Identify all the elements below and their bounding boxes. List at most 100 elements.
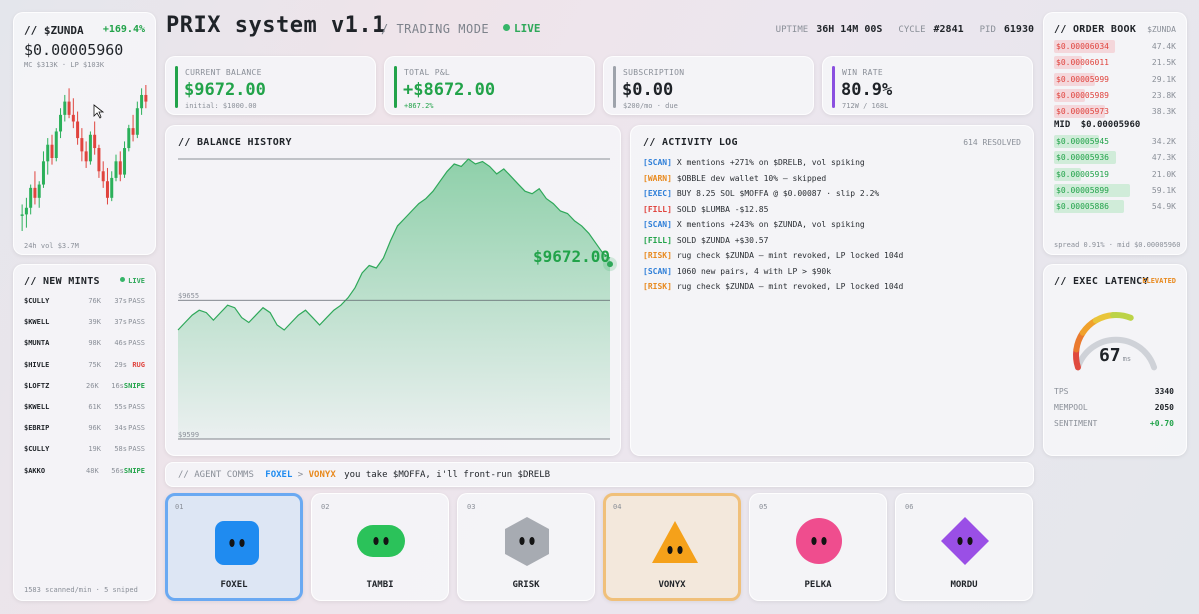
sentiment-label: SENTIMENT bbox=[1054, 419, 1098, 428]
log-line: [FILL] SOLD $LUMBA -$12.85 bbox=[643, 205, 768, 214]
mint-row[interactable]: $AKKO 48K 56s SNIPE bbox=[24, 467, 145, 479]
bid-row[interactable]: $0.00005899 59.1K bbox=[1054, 183, 1176, 197]
balance-area bbox=[178, 159, 610, 439]
bid-row[interactable]: $0.00005936 47.3K bbox=[1054, 151, 1176, 165]
agent-card-pelka[interactable]: 05 PELKA bbox=[749, 493, 887, 601]
pid-label: PID bbox=[979, 25, 996, 35]
log-line: [FILL] SOLD $ZUNDA +$30.57 bbox=[643, 236, 768, 245]
candle-body bbox=[101, 171, 105, 182]
card-accent-bar bbox=[832, 66, 835, 108]
bid-row[interactable]: $0.00005886 54.9K bbox=[1054, 200, 1176, 214]
card-accent-bar bbox=[394, 66, 397, 108]
agent-card-mordu[interactable]: 06 MORDU bbox=[895, 493, 1033, 601]
balance-chart[interactable]: $9655 $9599 $9672.00 bbox=[166, 126, 622, 457]
ask-row[interactable]: $0.00005973 38.3K bbox=[1054, 105, 1176, 119]
mints-live-indicator: LIVE bbox=[120, 277, 145, 285]
mint-row[interactable]: $EBRIP 96K 34s PASS bbox=[24, 424, 145, 436]
eye-icon bbox=[529, 537, 535, 545]
mint-mcap: 75K bbox=[88, 360, 101, 369]
log-text: rug check $ZUNDA — mint revoked, LP lock… bbox=[676, 282, 904, 291]
mint-row[interactable]: $CULLY 76K 37s PASS bbox=[24, 297, 145, 309]
mint-row[interactable]: $CULLY 19K 58s PASS bbox=[24, 445, 145, 457]
latency-title: // EXEC LATENCY bbox=[1054, 276, 1149, 287]
agent-card-tambi[interactable]: 02 TAMBI bbox=[311, 493, 449, 601]
card-subtext: $200/mo · due bbox=[623, 102, 678, 110]
ask-row[interactable]: $0.00006011 21.5K bbox=[1054, 56, 1176, 70]
order-price: $0.00005945 bbox=[1056, 137, 1109, 146]
comms-to: VONYX bbox=[308, 470, 336, 480]
eye-icon bbox=[229, 539, 235, 547]
card-label: WIN RATE bbox=[842, 68, 883, 77]
orderbook-footer: spread 0.91% · mid $0.00005960 bbox=[1054, 241, 1181, 249]
candle-body bbox=[29, 187, 33, 208]
bid-row[interactable]: $0.00005919 21.0K bbox=[1054, 167, 1176, 181]
agent-card-foxel[interactable]: 01 FOXEL bbox=[165, 493, 303, 601]
mint-status: PASS bbox=[128, 424, 145, 433]
candle-body bbox=[110, 177, 114, 198]
log-line: [SCAN] 1060 new pairs, 4 with LP > $90k bbox=[643, 267, 831, 276]
live-label: LIVE bbox=[514, 22, 541, 35]
latency-unit: ms bbox=[1122, 355, 1132, 363]
stat-card: SUBSCRIPTION $0.00 $200/mo · due bbox=[603, 56, 814, 115]
candle-body bbox=[54, 131, 58, 158]
order-size: 54.9K bbox=[1151, 202, 1176, 212]
candlestick-chart[interactable] bbox=[20, 83, 150, 238]
reference-label: $9655 bbox=[178, 292, 199, 300]
candle-body bbox=[46, 144, 50, 162]
comms-arrow: > bbox=[297, 470, 304, 480]
mints-title: // NEW MINTS bbox=[24, 276, 100, 287]
ask-row[interactable]: $0.00005999 29.1K bbox=[1054, 72, 1176, 86]
log-line: [SCAN] X mentions +271% on $DRELB, vol sp… bbox=[643, 158, 865, 167]
ask-row[interactable]: $0.00006034 47.4K bbox=[1054, 40, 1176, 53]
mint-row[interactable]: $KWELL 61K 55s PASS bbox=[24, 403, 145, 415]
bid-row[interactable]: $0.00005945 34.2K bbox=[1054, 135, 1176, 148]
mint-status: SNIPE bbox=[123, 381, 145, 390]
order-price: $0.00005899 bbox=[1056, 185, 1109, 195]
mint-row[interactable]: $KWELL 39K 37s PASS bbox=[24, 318, 145, 330]
order-price: $0.00005973 bbox=[1056, 107, 1109, 117]
comms-label: // AGENT COMMS bbox=[178, 470, 254, 480]
card-value: 80.9% bbox=[841, 80, 893, 100]
log-tag: [RISK] bbox=[643, 251, 672, 260]
log-tag: [RISK] bbox=[643, 282, 672, 291]
log-line: [WARN] $OBBLE dev wallet 10% — skipped bbox=[643, 174, 826, 183]
mint-symbol: $KWELL bbox=[24, 403, 50, 411]
mid-label: MID bbox=[1054, 120, 1071, 130]
agent-card-grisk[interactable]: 03 GRISK bbox=[457, 493, 595, 601]
mempool-row: MEMPOOL 2050 bbox=[1054, 403, 1174, 412]
candle-body bbox=[67, 101, 71, 115]
mempool-value: 2050 bbox=[1154, 403, 1174, 412]
balance-history-panel: // BALANCE HISTORY $9655 $9599 $9672.00 bbox=[165, 125, 621, 456]
candle-body bbox=[20, 214, 24, 216]
log-tag: [SCAN] bbox=[643, 158, 672, 167]
candle-body bbox=[80, 138, 84, 152]
mint-mcap: 19K bbox=[88, 445, 101, 454]
log-text: X mentions +243% on $ZUNDA, vol spiking bbox=[676, 220, 865, 229]
candle-body bbox=[71, 114, 75, 122]
order-price: $0.00005886 bbox=[1056, 202, 1109, 212]
current-balance-label: $9672.00 bbox=[533, 247, 610, 266]
agent-card-vonyx[interactable]: 04 VONYX bbox=[603, 493, 741, 601]
system-stats: UPTIME 36H 14M 00S CYCLE #2841 PID 61930 bbox=[776, 24, 1034, 35]
card-subtext: 712W / 168L bbox=[842, 102, 889, 110]
gauge-arc bbox=[1109, 312, 1134, 321]
mint-row[interactable]: $MUNTA 98K 46s PASS bbox=[24, 339, 145, 351]
agent-number: 03 bbox=[467, 503, 476, 511]
order-size: 23.8K bbox=[1151, 90, 1176, 100]
mint-row[interactable]: $LOFTZ 26K 16s SNIPE bbox=[24, 382, 145, 394]
mode-label: / TRADING MODE bbox=[381, 22, 490, 36]
mint-status: PASS bbox=[128, 403, 145, 411]
ask-row[interactable]: $0.00005989 23.8K bbox=[1054, 88, 1176, 102]
eye-icon bbox=[373, 537, 379, 545]
exec-latency-panel: // EXEC LATENCY ELEVATED 67 ms TPS 3340 ME… bbox=[1043, 264, 1187, 456]
log-line: [EXEC] BUY 8.25 SOL $MOFFA @ $0.00087 · s… bbox=[643, 189, 879, 198]
mint-symbol: $MUNTA bbox=[24, 339, 50, 348]
card-accent-bar bbox=[613, 66, 616, 108]
resolved-count: 614 RESOLVED bbox=[963, 138, 1021, 147]
mid-price: $0.00005960 bbox=[1080, 120, 1141, 130]
token-meta: MC $313K · LP $103K bbox=[24, 61, 105, 69]
comms-message: you take $MOFFA, i'll front-run $DRELB bbox=[344, 470, 551, 480]
order-size: 21.0K bbox=[1151, 169, 1176, 179]
mint-row[interactable]: $HIVLE 75K 29s RUG bbox=[24, 361, 145, 373]
tps-label: TPS bbox=[1054, 387, 1069, 396]
